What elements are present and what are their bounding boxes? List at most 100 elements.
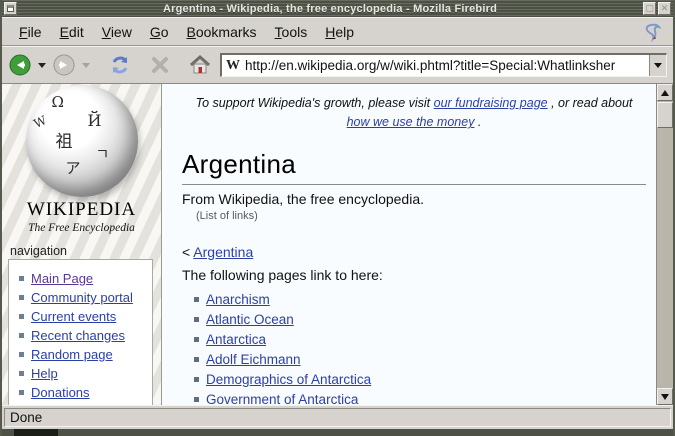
close-button[interactable]: ✕ (658, 2, 671, 15)
square-bullet-icon (194, 397, 199, 402)
list-note: (List of links) (196, 210, 646, 222)
square-bullet-icon (19, 295, 24, 300)
vertical-scrollbar[interactable] (656, 84, 673, 405)
list-item[interactable]: Government of Antarctica (190, 393, 646, 405)
nav-item-help[interactable]: Help (15, 366, 148, 381)
money-use-link[interactable]: how we use the money (347, 115, 475, 129)
link-demographics-of-antarctica[interactable]: Demographics of Antarctica (206, 372, 371, 387)
maximize-button[interactable]: ▢ (643, 2, 656, 15)
menu-help[interactable]: Help (316, 20, 363, 44)
firebird-logo-icon (641, 20, 665, 44)
nav-item-current-events[interactable]: Current events (15, 309, 148, 324)
window-edge-grip (14, 429, 58, 436)
url-bar[interactable]: W http://en.wikipedia.org/w/wiki.phtml?t… (220, 53, 667, 77)
backlink-prefix: < (182, 244, 193, 260)
status-bar: Done (2, 405, 673, 429)
nav-link-main-page[interactable]: Main Page (31, 271, 93, 286)
reload-icon[interactable] (108, 53, 132, 77)
notice-text: , or read about (548, 96, 633, 110)
navigation-toolbar: W http://en.wikipedia.org/w/wiki.phtml?t… (2, 46, 673, 84)
scrollbar-track[interactable] (657, 128, 673, 388)
article-area: To support Wikipedia's growth, please vi… (162, 84, 656, 405)
wikipedia-wordmark: WIKIPEDIA (2, 199, 161, 221)
stop-icon[interactable] (148, 53, 172, 77)
link-anarchism[interactable]: Anarchism (206, 292, 270, 307)
nav-item-donations[interactable]: Donations (15, 385, 148, 400)
scroll-up-icon[interactable] (657, 84, 673, 101)
title-bar[interactable]: Argentina - Wikipedia, the free encyclop… (2, 0, 673, 17)
fundraising-page-link[interactable]: our fundraising page (434, 96, 548, 110)
backlink-argentina[interactable]: Argentina (193, 244, 253, 260)
nav-link-current-events[interactable]: Current events (31, 309, 116, 324)
window-menu-icon (7, 5, 14, 12)
navigation-box: Main Page Community portal Current event… (8, 259, 153, 405)
menu-file[interactable]: File (10, 20, 51, 44)
forward-icon[interactable] (52, 53, 76, 77)
wikipedia-tagline: The Free Encyclopedia (2, 222, 161, 234)
menu-bookmarks[interactable]: Bookmarks (178, 20, 266, 44)
notice-text: To support Wikipedia's growth, please vi… (196, 96, 434, 110)
square-bullet-icon (19, 276, 24, 281)
url-dropdown-button[interactable] (649, 55, 666, 76)
square-bullet-icon (19, 352, 24, 357)
square-bullet-icon (19, 390, 24, 395)
nav-item-recent-changes[interactable]: Recent changes (15, 328, 148, 343)
wikipedia-globe-icon: Ω Й 祖 ㄱ ア W (26, 85, 138, 197)
square-bullet-icon (19, 314, 24, 319)
window-bottom-edge (2, 429, 673, 436)
browser-window: Argentina - Wikipedia, the free encyclop… (0, 0, 675, 436)
link-atlantic-ocean[interactable]: Atlantic Ocean (206, 312, 294, 327)
nav-link-help[interactable]: Help (31, 366, 58, 381)
forward-dropdown-icon[interactable] (82, 63, 90, 68)
menu-view[interactable]: View (93, 20, 141, 44)
list-item[interactable]: Anarchism (190, 293, 646, 306)
window-title: Argentina - Wikipedia, the free encyclop… (19, 3, 641, 15)
square-bullet-icon (19, 371, 24, 376)
square-bullet-icon (194, 317, 199, 322)
list-item[interactable]: Atlantic Ocean (190, 313, 646, 326)
wikipedia-logo[interactable]: Ω Й 祖 ㄱ ア W WIKIPEDIA The Free Encyclope… (2, 85, 161, 234)
menu-go[interactable]: Go (141, 20, 178, 44)
scrollbar-thumb[interactable] (657, 102, 673, 128)
site-subtitle: From Wikipedia, the free encyclopedia. (182, 191, 646, 207)
list-item[interactable]: Demographics of Antarctica (190, 373, 646, 386)
nav-item-community-portal[interactable]: Community portal (15, 290, 148, 305)
maximize-icon: ▢ (645, 4, 654, 13)
wiki-sidebar: Ω Й 祖 ㄱ ア W WIKIPEDIA The Free Encyclope… (2, 84, 162, 405)
square-bullet-icon (194, 357, 199, 362)
backlink-line: < Argentina (182, 244, 646, 260)
menu-edit[interactable]: Edit (51, 20, 93, 44)
nav-link-random-page[interactable]: Random page (31, 347, 113, 362)
title-rule (182, 184, 646, 185)
lead-text: The following pages link to here: (182, 267, 646, 283)
page-title: Argentina (182, 149, 646, 180)
link-government-of-antarctica[interactable]: Government of Antarctica (206, 392, 358, 405)
nav-link-recent-changes[interactable]: Recent changes (31, 328, 125, 343)
menu-bar: File Edit View Go Bookmarks Tools Help (2, 17, 673, 46)
nav-item-main-page[interactable]: Main Page (15, 271, 148, 286)
page-viewport: Ω Й 祖 ㄱ ア W WIKIPEDIA The Free Encyclope… (2, 84, 673, 405)
menu-tools[interactable]: Tools (266, 20, 317, 44)
list-item[interactable]: Adolf Eichmann (190, 353, 646, 366)
close-icon: ✕ (661, 4, 669, 13)
status-text: Done (4, 408, 671, 427)
square-bullet-icon (194, 377, 199, 382)
link-antarctica[interactable]: Antarctica (206, 332, 266, 347)
square-bullet-icon (194, 297, 199, 302)
home-icon[interactable] (188, 53, 212, 77)
list-item[interactable]: Antarctica (190, 333, 646, 346)
notice-text: . (474, 115, 481, 129)
nav-item-random-page[interactable]: Random page (15, 347, 148, 362)
nav-link-community-portal[interactable]: Community portal (31, 290, 133, 305)
wikipedia-favicon: W (226, 58, 240, 74)
fundraising-notice: To support Wikipedia's growth, please vi… (182, 94, 646, 133)
window-menu-button[interactable] (4, 2, 17, 15)
square-bullet-icon (194, 337, 199, 342)
square-bullet-icon (19, 333, 24, 338)
link-adolf-eichmann[interactable]: Adolf Eichmann (206, 352, 301, 367)
back-icon[interactable] (8, 53, 32, 77)
nav-link-donations[interactable]: Donations (31, 385, 90, 400)
scroll-down-icon[interactable] (657, 388, 673, 405)
url-text[interactable]: http://en.wikipedia.org/w/wiki.phtml?tit… (245, 58, 649, 73)
back-dropdown-icon[interactable] (38, 63, 46, 68)
